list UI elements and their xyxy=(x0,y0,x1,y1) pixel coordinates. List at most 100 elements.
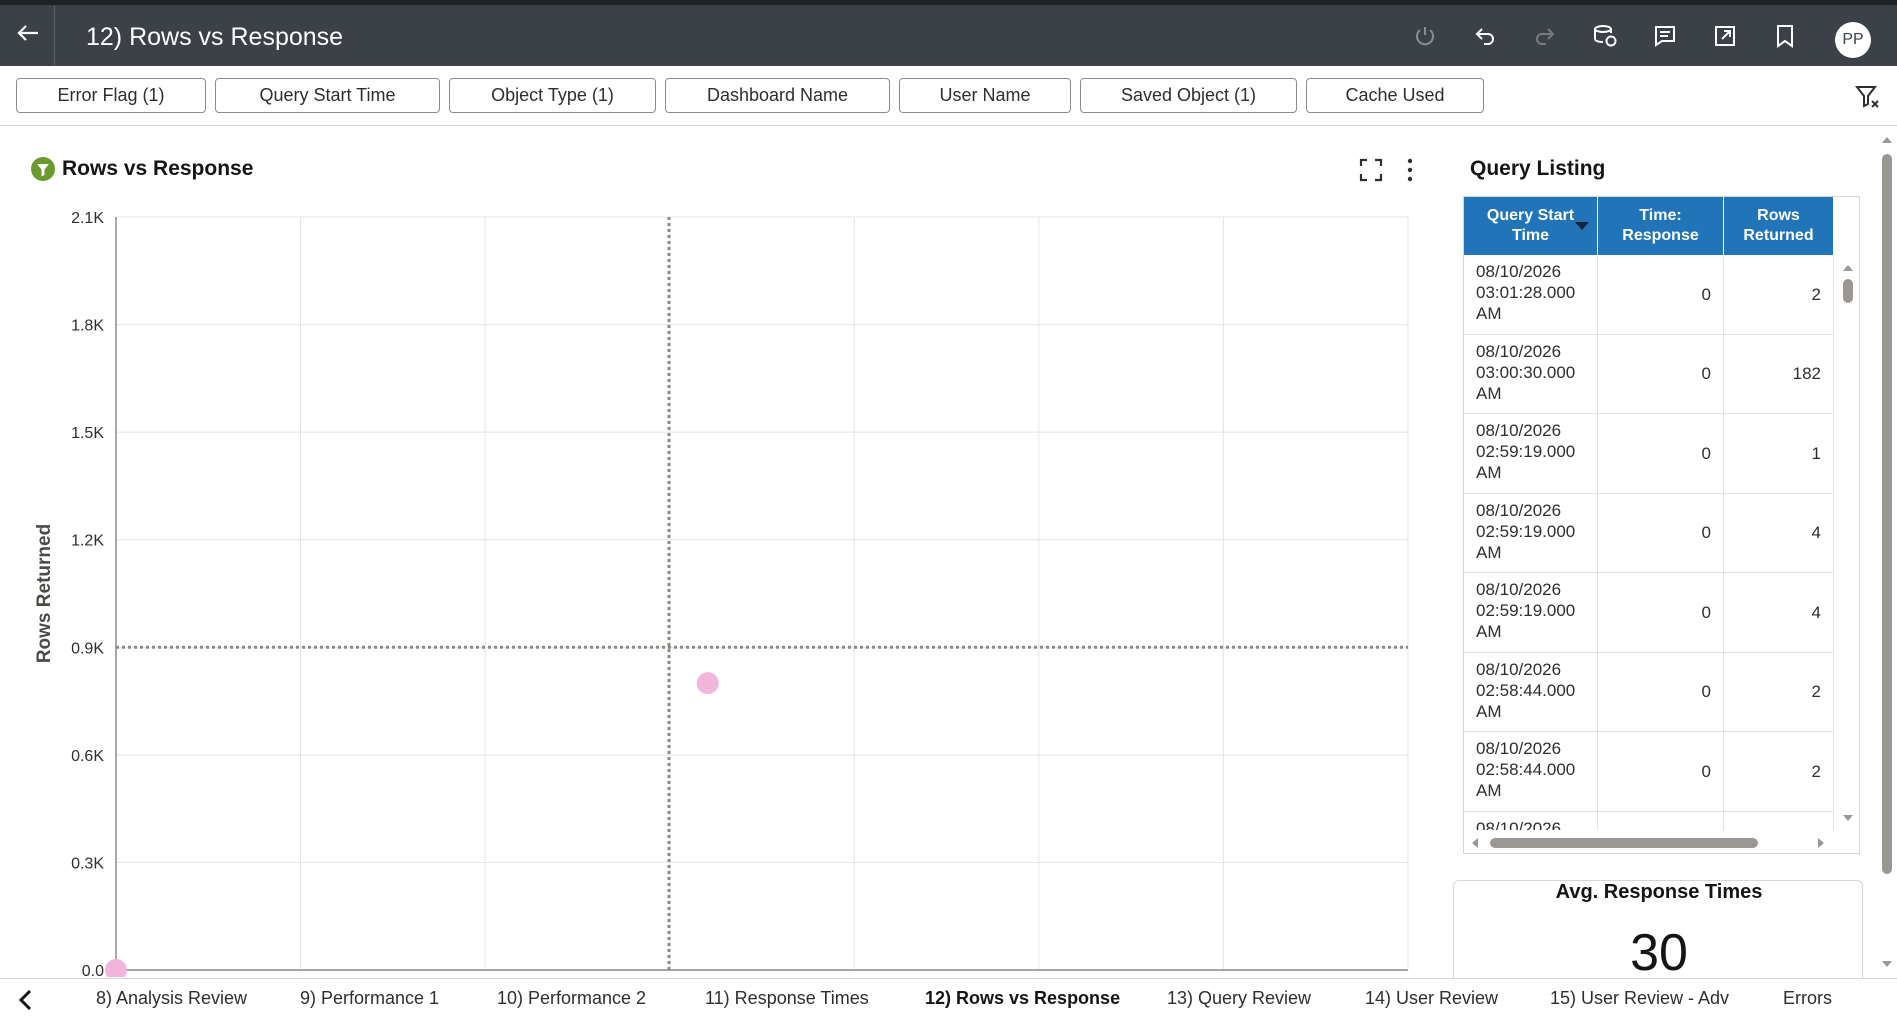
table-row[interactable]: 08/10/2026 02:58:44.000 AM 0 2 xyxy=(1464,652,1834,732)
column-header-label: Query Start Time xyxy=(1486,207,1575,244)
cell-text-line: 08/10/2026 xyxy=(1476,341,1562,361)
table-row[interactable]: 08/10/2026 02:59:19.000 AM 0 4 xyxy=(1464,573,1834,653)
cell-text-line: 08/10/2026 xyxy=(1476,421,1562,440)
page-title: 12) Rows vs Response xyxy=(86,23,344,51)
tabs-prev-button[interactable] xyxy=(14,987,38,1013)
cell-time-response: 0 xyxy=(1598,573,1724,652)
filter-query-start-time[interactable]: Query Start Time xyxy=(215,78,440,113)
tab-query-review[interactable]: 13) Query Review xyxy=(1167,988,1311,1009)
table-row[interactable]: 08/10/2026 03:01:28.000 AM 0 2 xyxy=(1464,255,1834,335)
filter-error-flag[interactable]: Error Flag (1) xyxy=(16,78,206,113)
column-header-time-response[interactable]: Time: Response xyxy=(1598,197,1724,255)
cell-time-response: 0 xyxy=(1598,652,1724,731)
cell-query-start-time: 08/10/2026 02:59:19.000 AM xyxy=(1464,414,1598,493)
cell-query-start-time: 08/10/2026 02:59:19.000 AM xyxy=(1464,573,1598,652)
filter-bar: Error Flag (1) Query Start Time Object T… xyxy=(0,66,1897,126)
canvas-tab-bar: 8) Analysis Review 9) Performance 1 10) … xyxy=(0,978,1897,1020)
scatter-chart[interactable]: 0.0 0.3K 0.6K 0.9K 1.2K 1.5K 1.8K 2.1K Rows Retu… xyxy=(0,197,1420,977)
filter-badge-icon xyxy=(31,157,55,181)
filter-funnel-icon xyxy=(1854,86,1879,108)
cell-text-line: AM xyxy=(1476,701,1502,721)
cell-rows-returned: 182 xyxy=(1724,334,1834,413)
refresh-button[interactable] xyxy=(1410,21,1440,51)
filter-saved-object[interactable]: Saved Object (1) xyxy=(1080,78,1297,113)
undo-button[interactable] xyxy=(1470,21,1500,51)
tab-performance-1[interactable]: 9) Performance 1 xyxy=(300,988,439,1009)
undo-icon xyxy=(1475,28,1494,45)
database-refresh-icon xyxy=(1594,25,1617,47)
page-scrollbar[interactable] xyxy=(1878,132,1896,974)
sort-desc-icon[interactable] xyxy=(1575,222,1589,230)
table-header: Query Start Time Time: Response Rows Ret… xyxy=(1464,197,1834,255)
scroll-thumb[interactable] xyxy=(1843,279,1853,303)
table-row[interactable]: 08/10/2026 02:59:19.000 AM 0 4 xyxy=(1464,493,1834,573)
cell-time-response: 0 xyxy=(1598,493,1724,572)
tab-errors[interactable]: Errors xyxy=(1783,988,1832,1009)
page-scroll-thumb[interactable] xyxy=(1882,154,1892,874)
redo-button[interactable] xyxy=(1530,21,1560,51)
cell-time-response: 0 xyxy=(1598,414,1724,493)
column-header-label: Time: Response xyxy=(1622,207,1699,244)
right-panel: Query Listing Query Start Time Time: Res… xyxy=(1452,127,1872,977)
filter-cache-used[interactable]: Cache Used xyxy=(1306,78,1484,113)
scroll-left-icon[interactable] xyxy=(1468,833,1482,853)
page-scroll-up-icon[interactable] xyxy=(1878,134,1896,146)
cell-text-line: AM xyxy=(1476,304,1502,323)
cell-text-line: 02:58:44.000 xyxy=(1476,760,1576,779)
table-row[interactable]: 08/10/2026 03:00:30.000 AM 0 182 xyxy=(1464,334,1834,414)
tab-analysis-review[interactable]: 8) Analysis Review xyxy=(96,988,247,1009)
column-header-query-start-time[interactable]: Query Start Time xyxy=(1464,197,1598,255)
maximize-button[interactable] xyxy=(1358,157,1384,183)
y-tick-label: 1.8K xyxy=(71,318,104,335)
cell-rows-returned: 1 xyxy=(1724,414,1834,493)
table-row[interactable]: 08/10/2026 02:58:44.000 AM 0 2 xyxy=(1464,732,1834,812)
query-listing-table: Query Start Time Time: Response Rows Ret… xyxy=(1463,196,1860,854)
scatter-point[interactable] xyxy=(105,959,127,977)
tab-performance-2[interactable]: 10) Performance 2 xyxy=(497,988,646,1009)
cell-query-start-time: 08/10/2026 03:01:28.000 AM xyxy=(1464,255,1598,334)
filter-active-icon[interactable] xyxy=(31,157,55,181)
comments-button[interactable] xyxy=(1650,21,1680,51)
chart-menu-button[interactable] xyxy=(1398,157,1422,183)
scroll-thumb-horizontal[interactable] xyxy=(1490,838,1758,848)
scroll-up-icon[interactable] xyxy=(1837,261,1859,275)
filter-user-name[interactable]: User Name xyxy=(899,78,1071,113)
cell-text-line: 08/10/2026 xyxy=(1476,500,1562,520)
export-button[interactable] xyxy=(1710,21,1740,51)
user-avatar[interactable]: PP xyxy=(1835,22,1871,58)
cell-query-start-time: 08/10/2026 02:59:19.000 AM xyxy=(1464,493,1598,572)
table-row[interactable]: 08/10/2026 02:59:19.000 AM 0 1 xyxy=(1464,414,1834,494)
y-tick-label: 1.5K xyxy=(71,425,104,442)
cell-text-line: 02:58:44.000 xyxy=(1476,680,1576,700)
horizontal-scrollbar[interactable] xyxy=(1464,833,1836,853)
filter-panel-button[interactable] xyxy=(1854,84,1881,110)
scatter-point[interactable] xyxy=(696,672,719,695)
cell-rows-returned: 2 xyxy=(1724,732,1834,811)
cell-text-line: AM xyxy=(1476,781,1502,800)
y-tick-label: 2.1K xyxy=(71,210,104,227)
bookmark-icon xyxy=(1777,25,1793,48)
filter-dashboard-name[interactable]: Dashboard Name xyxy=(665,78,890,113)
tab-user-review-adv[interactable]: 15) User Review - Adv xyxy=(1550,988,1729,1009)
filter-object-type[interactable]: Object Type (1) xyxy=(449,78,656,113)
vertical-scrollbar[interactable] xyxy=(1837,255,1859,830)
column-header-rows-returned[interactable]: Rows Returned xyxy=(1724,197,1834,255)
cell-query-start-time: 08/10/2026 03:00:30.000 AM xyxy=(1464,334,1598,413)
y-tick-label: 0.3K xyxy=(71,855,104,872)
cell-text-line: AM xyxy=(1476,542,1502,562)
tab-rows-vs-response[interactable]: 12) Rows vs Response xyxy=(925,988,1120,1009)
tab-user-review[interactable]: 14) User Review xyxy=(1365,988,1498,1009)
tab-response-times[interactable]: 11) Response Times xyxy=(705,988,869,1009)
data-button[interactable] xyxy=(1590,21,1620,51)
page-scroll-down-icon[interactable] xyxy=(1878,958,1896,970)
scroll-right-icon[interactable] xyxy=(1814,833,1828,853)
cell-text-line: 02:59:19.000 xyxy=(1476,442,1576,461)
redo-icon xyxy=(1536,28,1555,45)
table-row[interactable]: 08/10/2026 xyxy=(1464,811,1834,830)
cell-rows-returned xyxy=(1724,811,1834,830)
y-tick-label: 0.9K xyxy=(71,640,104,657)
scroll-down-icon[interactable] xyxy=(1837,811,1859,825)
cell-text-line: AM xyxy=(1476,383,1502,403)
bookmark-button[interactable] xyxy=(1770,21,1800,51)
back-button[interactable] xyxy=(10,15,46,51)
